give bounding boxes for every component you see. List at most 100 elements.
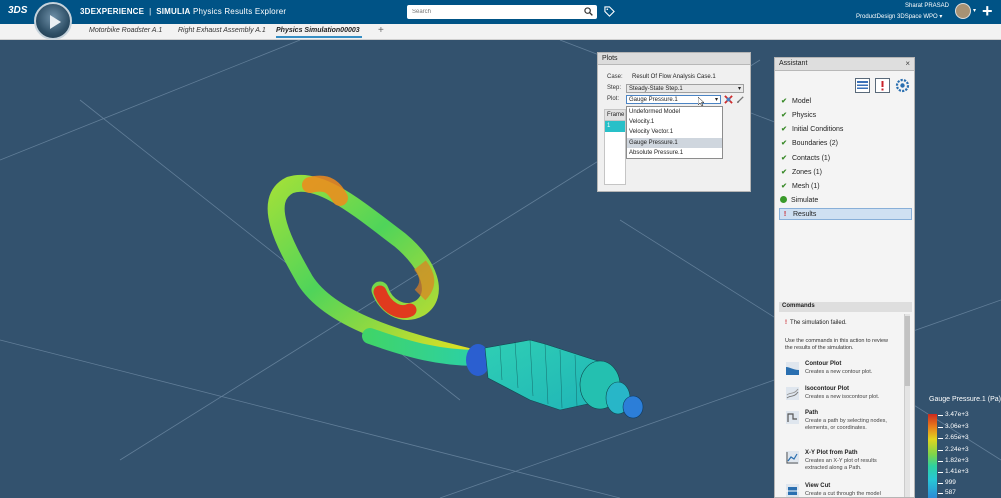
app-suite: SIMULIA xyxy=(156,7,191,16)
legend-value: 3.06e+3 xyxy=(938,423,969,430)
check-icon: ✔ xyxy=(781,126,787,133)
plot-option-undeformed-model[interactable]: Undeformed Model xyxy=(627,107,722,117)
avatar[interactable] xyxy=(955,3,971,19)
check-icon: ✔ xyxy=(781,183,787,190)
step-contacts[interactable]: ✔ Contacts (1) xyxy=(779,153,912,165)
fail-hint: Use the commands in this action to revie… xyxy=(785,338,889,351)
contour-plot-icon xyxy=(786,362,799,375)
chevron-down-icon: ▾ xyxy=(939,14,943,20)
tab-physics-simulation[interactable]: Physics Simulation00003 xyxy=(276,27,362,38)
plots-panel: Plots Case: Result Of Flow Analysis Case… xyxy=(597,52,751,192)
legend-value-text: 2.65e+3 xyxy=(945,434,969,441)
legend-value-text: 587 xyxy=(945,489,956,496)
mouse-cursor-icon xyxy=(698,97,704,106)
commands-scrollbar[interactable] xyxy=(904,314,910,497)
legend-value-text: 999 xyxy=(945,479,956,486)
step-select[interactable]: Steady-State Step.1 ▾ xyxy=(626,84,744,93)
app-title: 3DEXPERIENCE | SIMULIA Physics Results E… xyxy=(80,7,286,16)
plot-option-absolute-pressure[interactable]: Absolute Pressure.1 xyxy=(627,148,722,158)
workspace-selector[interactable]: ProductDesign 3DSpace WPO ▾ xyxy=(856,13,942,20)
legend-color-bar xyxy=(928,414,937,498)
command-desc: Creates an X-Y plot of results extracted… xyxy=(805,458,877,471)
isocontour-plot-icon xyxy=(786,387,799,400)
check-icon: ✔ xyxy=(781,155,787,162)
plot-dropdown-list: Undeformed Model Velocity.1 Velocity Vec… xyxy=(626,106,723,159)
app-name: Physics Results Explorer xyxy=(192,7,287,16)
scrollbar-thumb[interactable] xyxy=(905,316,910,386)
plot-option-gauge-pressure[interactable]: Gauge Pressure.1 xyxy=(627,137,722,148)
step-physics[interactable]: ✔ Physics xyxy=(779,110,912,122)
settings-gear-icon[interactable] xyxy=(895,78,910,93)
title-separator: | xyxy=(146,7,154,16)
command-title: View Cut xyxy=(805,483,831,489)
step-results[interactable]: ! Results xyxy=(779,208,912,220)
xy-plot-icon xyxy=(786,451,799,464)
tag-icon[interactable] xyxy=(604,6,615,17)
search-icon[interactable] xyxy=(584,7,593,16)
plot-select[interactable]: Gauge Pressure.1 ▾ xyxy=(626,95,721,104)
tab-motorbike-roadster[interactable]: Motorbike Roadster A.1 xyxy=(89,27,162,34)
chevron-down-icon: ▾ xyxy=(714,97,718,103)
legend-value-text: 1.82e+3 xyxy=(945,457,969,464)
workspace-label: ProductDesign 3DSpace WPO xyxy=(856,14,938,20)
search-box xyxy=(407,5,597,19)
legend-value: 999 xyxy=(938,479,956,486)
tab-bar: Motorbike Roadster A.1 Right Exhaust Ass… xyxy=(0,24,1001,40)
legend-value-text: 3.47e+3 xyxy=(945,411,969,418)
legend-tick xyxy=(938,450,943,451)
step-simulate[interactable]: Simulate xyxy=(779,195,912,207)
legend-tick xyxy=(938,493,943,494)
delete-plot-icon[interactable] xyxy=(724,95,733,104)
frame-row[interactable]: 1 xyxy=(605,121,625,132)
step-label: Model xyxy=(792,98,812,105)
plot-option-velocity[interactable]: Velocity.1 xyxy=(627,117,722,127)
step-label: Step: xyxy=(607,85,622,91)
step-value: Steady-State Step.1 xyxy=(629,86,683,92)
legend-value: 3.47e+3 xyxy=(938,411,969,418)
legend-tick xyxy=(938,438,943,439)
plot-label: Plot: xyxy=(607,96,620,102)
legend-tick xyxy=(938,483,943,484)
step-label: Mesh (1) xyxy=(792,183,820,190)
search-input[interactable] xyxy=(407,5,577,19)
step-label: Zones (1) xyxy=(792,169,822,176)
step-mesh[interactable]: ✔ Mesh (1) xyxy=(779,181,912,193)
status-dot-icon xyxy=(780,196,787,203)
step-label: Initial Conditions xyxy=(792,126,844,133)
step-label: Simulate xyxy=(791,197,819,204)
add-tab-button[interactable]: + xyxy=(378,25,384,36)
step-boundaries[interactable]: ✔ Boundaries (2) xyxy=(779,138,912,150)
step-label: Contacts (1) xyxy=(792,155,831,162)
command-desc: Creates a new contour plot. xyxy=(805,369,873,375)
legend-value-text: 1.41e+3 xyxy=(945,468,969,475)
step-model[interactable]: ✔ Model xyxy=(779,96,912,108)
chevron-down-icon[interactable]: ▾ xyxy=(973,7,976,14)
plots-panel-title: Plots xyxy=(598,53,750,65)
command-title: Isocontour Plot xyxy=(805,386,849,392)
legend-value-text: 3.06e+3 xyxy=(945,423,969,430)
tab-right-exhaust-assembly[interactable]: Right Exhaust Assembly A.1 xyxy=(178,27,266,34)
assistant-panel: Assistant × ✔ Model ✔ Physics ✔ Initial Con… xyxy=(774,57,915,498)
edit-plot-icon[interactable] xyxy=(736,95,745,104)
legend-tick xyxy=(938,461,943,462)
play-icon xyxy=(50,15,61,29)
command-desc: Creates a new isocontour plot. xyxy=(805,394,880,400)
table-view-icon[interactable] xyxy=(855,78,870,93)
step-initial-conditions[interactable]: ✔ Initial Conditions xyxy=(779,124,912,136)
plot-option-velocity-vector[interactable]: Velocity Vector.1 xyxy=(627,127,722,137)
check-icon: ✔ xyxy=(781,112,787,119)
frame-table: Frame 1 xyxy=(604,109,626,185)
compass-icon[interactable] xyxy=(34,2,72,40)
case-value: Result Of Flow Analysis Case.1 xyxy=(632,74,716,80)
command-title: X-Y Plot from Path xyxy=(805,450,858,456)
fail-message: ! The simulation failed. xyxy=(785,320,847,326)
top-bar: 3DS 3DEXPERIENCE | SIMULIA Physics Resul… xyxy=(0,0,1001,24)
legend-tick xyxy=(938,472,943,473)
check-icon: ✔ xyxy=(781,140,787,147)
legend-value-text: 2.24e+3 xyxy=(945,446,969,453)
step-zones[interactable]: ✔ Zones (1) xyxy=(779,167,912,179)
close-icon[interactable]: × xyxy=(905,59,910,68)
plus-icon[interactable]: + xyxy=(982,1,993,22)
error-icon: ! xyxy=(785,320,787,326)
alert-icon[interactable] xyxy=(875,78,890,93)
